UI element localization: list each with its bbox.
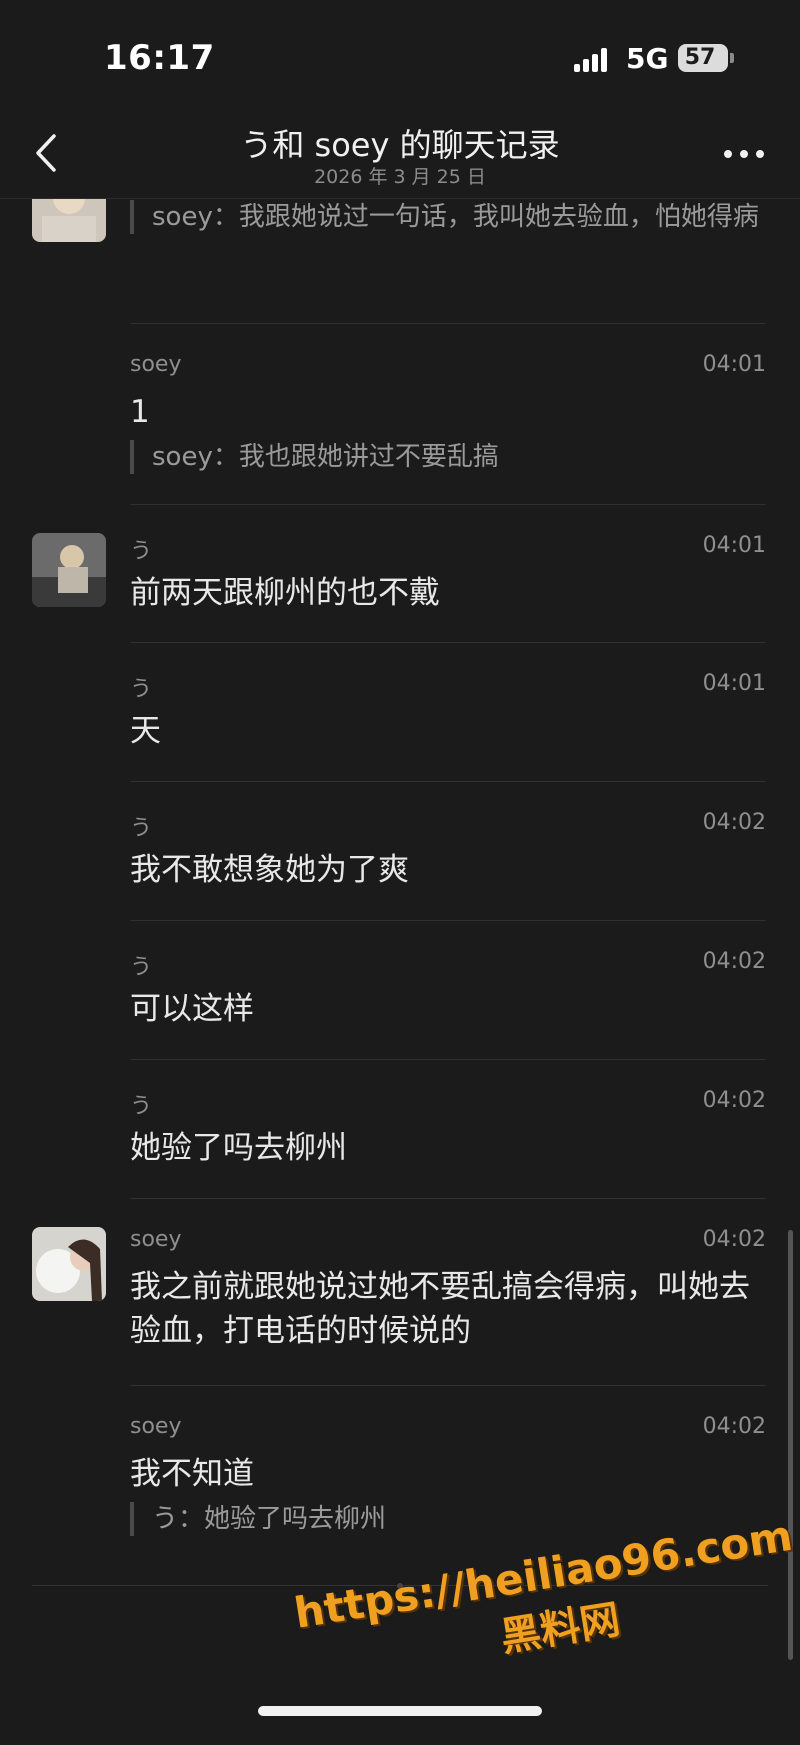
list-item: う 04:02 可以这样 (0, 921, 800, 1059)
more-dot-icon (740, 150, 748, 158)
message-time: 04:02 (702, 1088, 766, 1113)
status-time: 16:17 (104, 38, 215, 78)
list-item: う 04:02 我不敢想象她为了爽 (0, 782, 800, 920)
avatar-u[interactable] (32, 533, 106, 607)
avatar-u[interactable] (32, 198, 106, 242)
home-indicator[interactable] (258, 1706, 542, 1716)
chat-record-list[interactable]: 1 soey：我跟她说过一句话，我叫她去验血，怕她得病 soey 04:01 1… (0, 198, 800, 1734)
message-time: 04:02 (702, 1227, 766, 1252)
page-subtitle: 2026 年 3 月 25 日 (314, 166, 486, 188)
sender-name: う (130, 816, 153, 841)
quoted-message[interactable]: soey：我也跟她讲过不要乱搞 (130, 440, 770, 474)
quoted-message[interactable]: soey：我跟她说过一句话，我叫她去验血，怕她得病 (130, 200, 770, 234)
message-text: 我之前就跟她说过她不要乱搞会得病，叫她去验血，打电话的时候说的 (130, 1269, 750, 1349)
message-text: 天 (130, 713, 161, 749)
sender-name: う (130, 539, 153, 564)
list-item: う 04:01 天 (0, 643, 800, 781)
battery-level: 57 (684, 45, 716, 70)
more-dot-icon (756, 150, 764, 158)
list-item: う 04:01 前两天跟柳州的也不戴 (0, 505, 800, 642)
nav-bar: う和 soey 的聊天记录 2026 年 3 月 25 日 (0, 112, 800, 199)
message-text: 她验了吗去柳州 (130, 1130, 347, 1166)
page-title: う和 soey 的聊天记录 (240, 126, 560, 164)
network-label: 5G (626, 42, 669, 75)
battery-cap (730, 53, 734, 63)
message-text: 前两天跟柳州的也不戴 (130, 575, 440, 611)
list-item: 1 soey：我跟她说过一句话，我叫她去验血，怕她得病 (0, 198, 800, 316)
message-time: 04:02 (702, 810, 766, 835)
sender-name: う (130, 955, 153, 980)
message-text: 1 (130, 394, 150, 430)
message-text: 我不知道 (130, 1456, 254, 1492)
list-item: soey 04:02 我之前就跟她说过她不要乱搞会得病，叫她去验血，打电话的时候… (0, 1199, 800, 1385)
message-time: 04:02 (702, 1414, 766, 1439)
sender-name: う (130, 677, 153, 702)
back-button[interactable] (30, 130, 70, 176)
signal-icon (574, 46, 614, 72)
more-options-button[interactable] (722, 142, 766, 164)
sender-name: soey (130, 1227, 182, 1252)
message-time: 04:01 (702, 533, 766, 558)
message-text: 可以这样 (130, 991, 254, 1027)
battery-icon: 57 (678, 44, 728, 72)
avatar-soey[interactable] (32, 1227, 106, 1301)
message-time: 04:01 (702, 352, 766, 377)
more-dot-icon (724, 150, 732, 158)
sender-name: う (130, 1094, 153, 1119)
sender-name: soey (130, 352, 182, 377)
status-bar: 16:17 5G 57 (0, 0, 800, 112)
chevron-left-icon (36, 134, 56, 172)
sender-name: soey (130, 1414, 182, 1439)
list-item: soey 04:01 1 soey：我也跟她讲过不要乱搞 (0, 324, 800, 504)
message-time: 04:01 (702, 671, 766, 696)
message-text: 我不敢想象她为了爽 (130, 852, 409, 888)
scrollbar[interactable] (788, 1230, 793, 1660)
list-item: う 04:02 她验了吗去柳州 (0, 1060, 800, 1198)
message-time: 04:02 (702, 949, 766, 974)
